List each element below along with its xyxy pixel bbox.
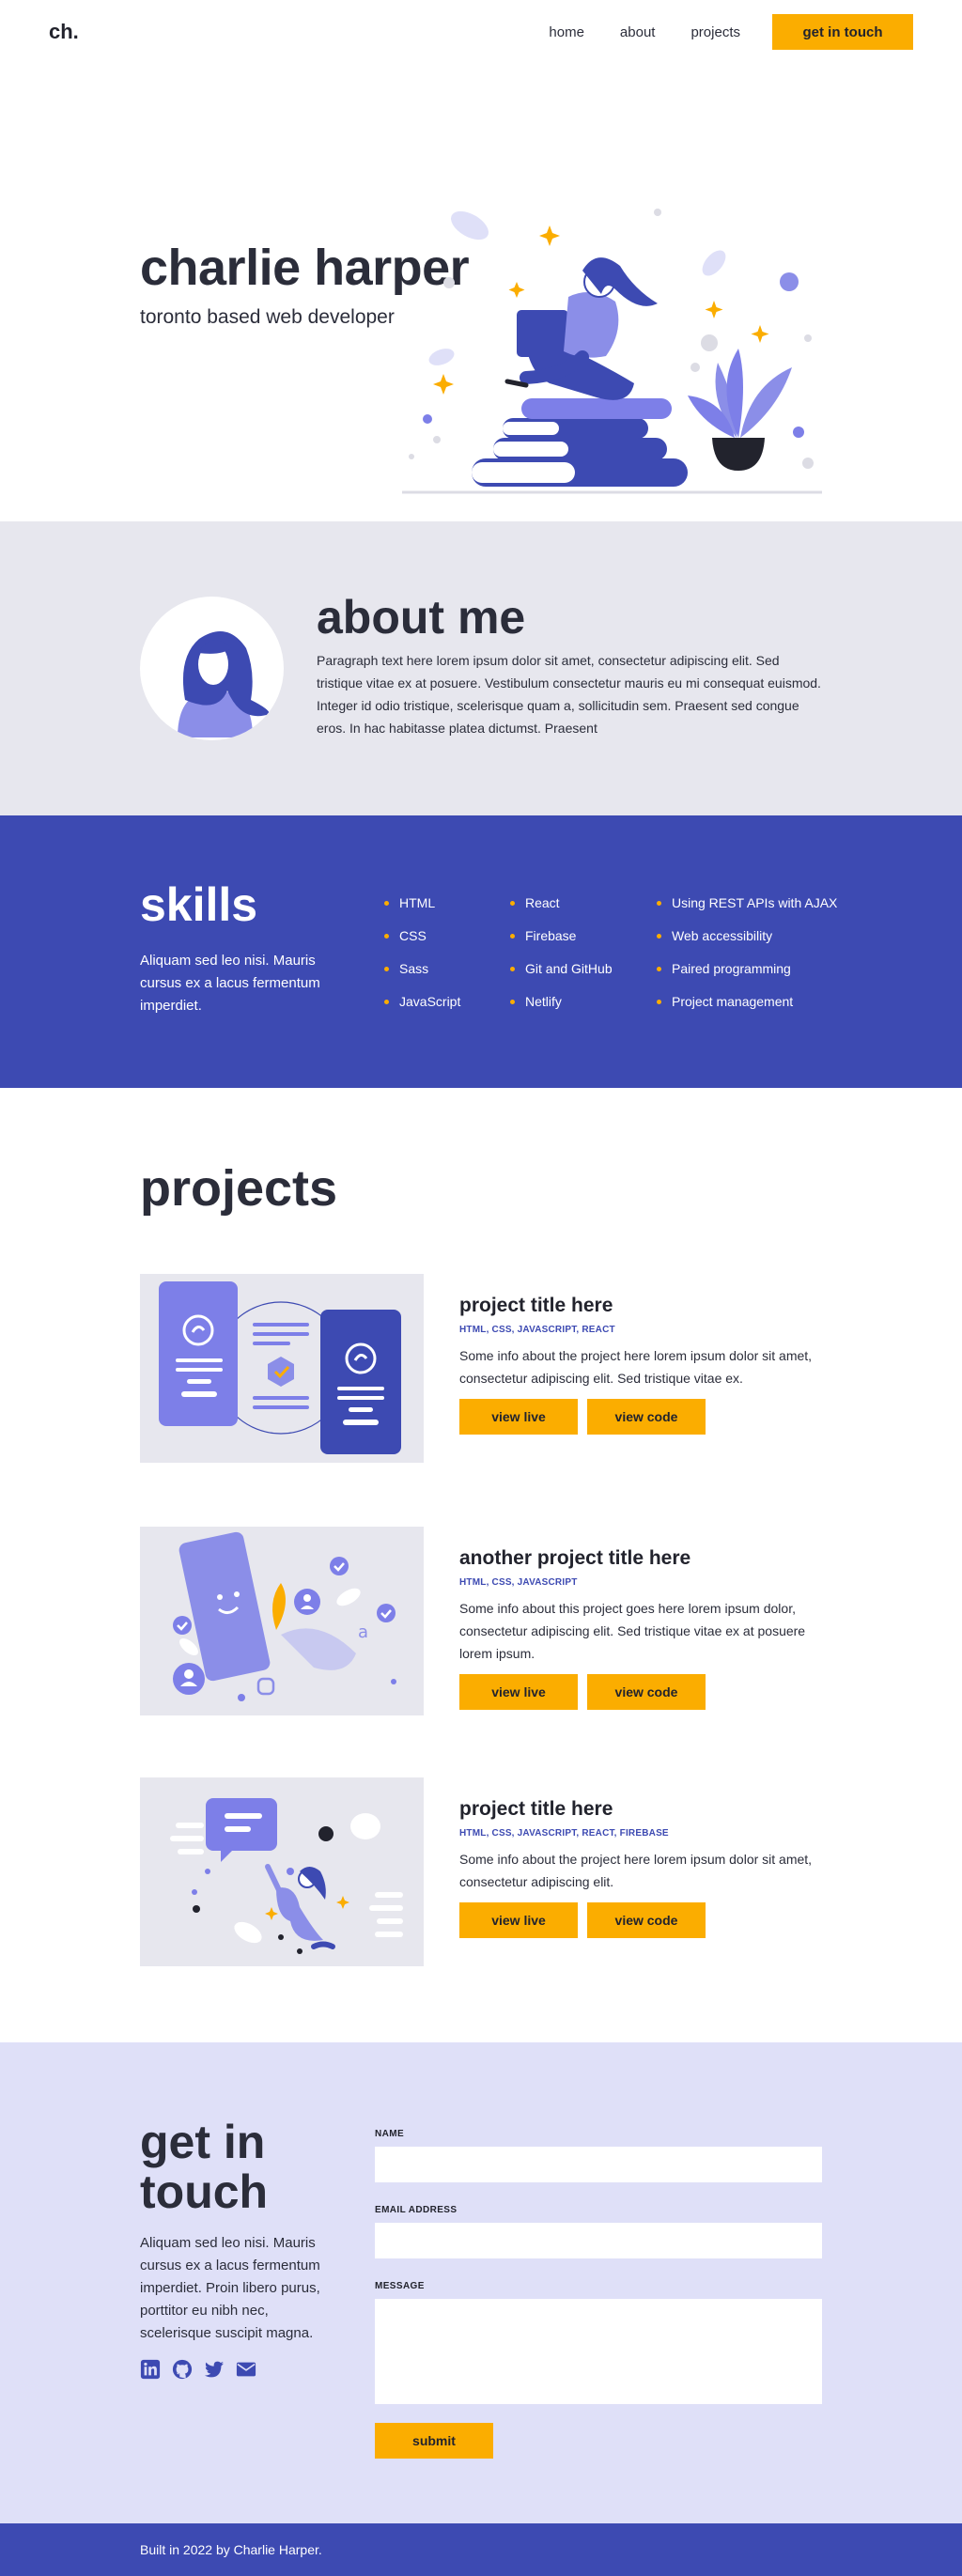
project-description: Some info about this project goes here l… <box>459 1601 806 1661</box>
skill-item: Sass <box>384 961 460 994</box>
skills-list-3: Using REST APIs with AJAX Web accessibil… <box>657 895 837 1027</box>
bullet-icon <box>384 1000 389 1004</box>
project-description: Some info about the project here lorem i… <box>459 1852 813 1889</box>
hero-section: charlie harper toronto based web develop… <box>0 64 962 521</box>
skill-item: Project management <box>657 994 837 1027</box>
project-title: another project title here <box>459 1547 691 1569</box>
bullet-icon <box>384 901 389 906</box>
nav-link-about[interactable]: about <box>620 24 656 40</box>
name-field[interactable] <box>375 2147 822 2182</box>
view-live-button[interactable]: view live <box>459 1902 578 1938</box>
mail-icon[interactable] <box>236 2359 256 2380</box>
email-label: EMAIL ADDRESS <box>375 2205 458 2215</box>
projects-title: projects <box>140 1160 338 1217</box>
skill-item: CSS <box>384 928 460 961</box>
skill-item: Web accessibility <box>657 928 837 961</box>
skill-item: HTML <box>384 895 460 928</box>
bullet-icon <box>657 934 661 939</box>
project-card-1: project title here HTML, CSS, JAVASCRIPT… <box>140 1274 826 1463</box>
view-code-button[interactable]: view code <box>587 1674 706 1710</box>
view-code-button[interactable]: view code <box>587 1902 706 1938</box>
nav-link-home[interactable]: home <box>549 24 584 40</box>
hero-illustration <box>402 209 822 494</box>
social-links <box>140 2359 268 2380</box>
message-label: MESSAGE <box>375 2281 425 2291</box>
bullet-icon <box>657 967 661 971</box>
github-icon[interactable] <box>172 2359 193 2380</box>
skill-item: JavaScript <box>384 994 460 1027</box>
nav-link-projects[interactable]: projects <box>690 24 740 40</box>
contact-form: NAME EMAIL ADDRESS MESSAGE submit <box>375 2129 822 2459</box>
project-card-2: a another project title here HTML, CSS, … <box>140 1527 826 1715</box>
project-title: project title here <box>459 1798 613 1820</box>
name-label: NAME <box>375 2129 405 2139</box>
linkedin-icon[interactable] <box>140 2359 161 2380</box>
bullet-icon <box>510 934 515 939</box>
project-image-3 <box>140 1777 424 1966</box>
project-buttons: view live view code <box>459 1674 826 1710</box>
projects-section: projects project title here HTML, CSS, J… <box>0 1088 962 2042</box>
skill-item: Git and GitHub <box>510 961 613 994</box>
message-field[interactable] <box>375 2299 822 2404</box>
project-tags: HTML, CSS, JAVASCRIPT, REACT, FIREBASE <box>459 1828 669 1839</box>
contact-title: get in touch <box>140 2116 269 2218</box>
bullet-icon <box>510 901 515 906</box>
nav-links: home about projects get in touch <box>513 14 913 50</box>
skills-title: skills <box>140 878 258 931</box>
bullet-icon <box>510 1000 515 1004</box>
about-section: about me Paragraph text here lorem ipsum… <box>0 521 962 815</box>
project-description: Some info about the project here lorem i… <box>459 1348 813 1386</box>
about-paragraph: Paragraph text here lorem ipsum dolor si… <box>317 653 821 736</box>
skill-item: Paired programming <box>657 961 837 994</box>
twitter-icon[interactable] <box>204 2359 225 2380</box>
project-buttons: view live view code <box>459 1902 826 1938</box>
footer-text: Built in 2022 by Charlie Harper. <box>140 2542 322 2557</box>
avatar <box>140 597 284 740</box>
get-in-touch-button[interactable]: get in touch <box>772 14 913 50</box>
view-code-button[interactable]: view code <box>587 1399 706 1435</box>
svg-text:a: a <box>358 1622 368 1642</box>
contact-section: get in touch Aliquam sed leo nisi. Mauri… <box>0 2042 962 2523</box>
project-image-2: a <box>140 1527 424 1715</box>
project-title: project title here <box>459 1295 613 1316</box>
project-buttons: view live view code <box>459 1399 826 1435</box>
skill-item: Firebase <box>510 928 613 961</box>
view-live-button[interactable]: view live <box>459 1674 578 1710</box>
skill-item: Using REST APIs with AJAX <box>657 895 837 928</box>
email-field[interactable] <box>375 2223 822 2258</box>
bullet-icon <box>657 901 661 906</box>
view-live-button[interactable]: view live <box>459 1399 578 1435</box>
bullet-icon <box>384 967 389 971</box>
skills-list-2: React Firebase Git and GitHub Netlify <box>510 895 613 1027</box>
about-title: about me <box>317 591 526 644</box>
project-tags: HTML, CSS, JAVASCRIPT, REACT <box>459 1325 615 1335</box>
project-info-1: project title here HTML, CSS, JAVASCRIPT… <box>459 1295 826 1435</box>
skill-item: React <box>510 895 613 928</box>
skills-section: skills Aliquam sed leo nisi. Mauris curs… <box>0 815 962 1088</box>
skills-list-1: HTML CSS Sass JavaScript <box>384 895 460 1027</box>
site-logo[interactable]: ch. <box>49 20 79 44</box>
project-info-3: project title here HTML, CSS, JAVASCRIPT… <box>459 1798 826 1938</box>
footer: Built in 2022 by Charlie Harper. <box>0 2523 962 2576</box>
bullet-icon <box>510 967 515 971</box>
project-tags: HTML, CSS, JAVASCRIPT <box>459 1577 578 1588</box>
skills-description: Aliquam sed leo nisi. Mauris cursus ex a… <box>140 953 320 1014</box>
top-nav: ch. home about projects get in touch <box>0 0 962 64</box>
project-info-2: another project title here HTML, CSS, JA… <box>459 1547 826 1710</box>
submit-button[interactable]: submit <box>375 2423 493 2459</box>
contact-description: Aliquam sed leo nisi. Mauris cursus ex a… <box>140 2235 320 2341</box>
bullet-icon <box>657 1000 661 1004</box>
project-card-3: project title here HTML, CSS, JAVASCRIPT… <box>140 1777 826 1966</box>
about-content: about me Paragraph text here lorem ipsum… <box>317 592 824 739</box>
skill-item: Netlify <box>510 994 613 1027</box>
project-image-1 <box>140 1274 424 1463</box>
bullet-icon <box>384 934 389 939</box>
